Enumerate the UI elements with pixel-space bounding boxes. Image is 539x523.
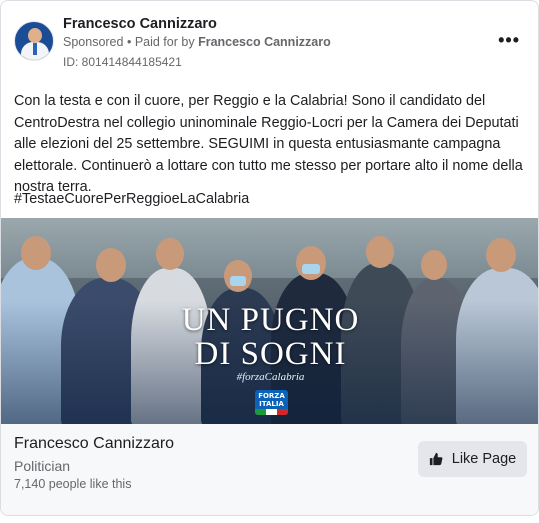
hashtag-link[interactable]: #TestaeCuorePerReggioeLaCalabria — [14, 191, 249, 207]
logo-flag-stripe — [255, 409, 288, 415]
footer-category: Politician — [14, 458, 71, 474]
forza-italia-logo: FORZA ITALIA — [255, 390, 288, 415]
paid-for-name: Francesco Cannizzaro — [198, 35, 331, 49]
footer-page-name[interactable]: Francesco Cannizzaro — [14, 435, 174, 453]
sponsored-line: Sponsored • Paid for by Francesco Canniz… — [63, 35, 331, 49]
avatar-face — [28, 28, 42, 43]
like-page-label: Like Page — [451, 451, 517, 467]
slogan-line-2: DI SOGNI — [194, 336, 347, 372]
page-footer: Francesco Cannizzaro Politician 7,140 pe… — [1, 424, 538, 515]
image-hashtag: #forzaCalabria — [236, 371, 305, 383]
slogan-line-1: UN PUGNO — [181, 302, 360, 338]
post-header: Francesco Cannizzaro Sponsored • Paid fo… — [1, 1, 538, 81]
logo-text: FORZA ITALIA — [258, 392, 285, 408]
separator-dot: • — [126, 35, 135, 49]
footer-like-count: 7,140 people like this — [14, 477, 132, 491]
ad-card: Francesco Cannizzaro Sponsored • Paid fo… — [0, 0, 539, 516]
sponsored-label: Sponsored — [63, 35, 124, 49]
avatar[interactable] — [14, 21, 54, 61]
avatar-tie — [33, 43, 37, 55]
paid-for-prefix: Paid for by — [134, 35, 195, 49]
author-name[interactable]: Francesco Cannizzaro — [63, 16, 217, 32]
ad-id: ID: 801414844185421 — [63, 55, 182, 69]
ad-image[interactable]: UN PUGNO DI SOGNI #forzaCalabria FORZA I… — [1, 218, 538, 424]
more-options-icon[interactable]: ••• — [498, 31, 520, 49]
thumbs-up-icon — [429, 452, 443, 466]
post-text: Con la testa e con il cuore, per Reggio … — [14, 93, 523, 195]
like-page-button[interactable]: Like Page — [418, 441, 527, 477]
